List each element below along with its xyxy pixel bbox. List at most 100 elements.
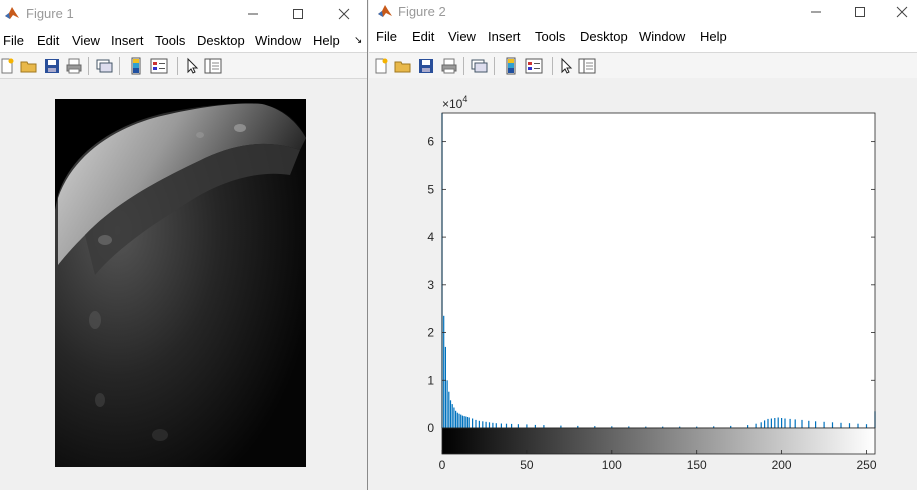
figure2-title: Figure 2	[398, 4, 446, 19]
legend-icon[interactable]	[150, 57, 168, 75]
menu-tools[interactable]: Tools	[535, 29, 565, 44]
figure1-canvas	[0, 80, 367, 490]
histogram-bar	[823, 421, 825, 428]
histogram-bar	[468, 417, 470, 428]
save-icon[interactable]	[43, 57, 61, 75]
print-icon[interactable]	[440, 57, 458, 75]
y-tick-label: 5	[427, 182, 434, 196]
histogram-bar	[453, 407, 455, 428]
menu-desktop[interactable]: Desktop	[197, 33, 245, 48]
figure2-titlebar: Figure 2	[369, 0, 917, 26]
histogram-bar	[511, 423, 513, 428]
open-file-icon[interactable]	[20, 57, 38, 75]
histogram-bar	[764, 420, 766, 428]
link-plot-icon[interactable]	[470, 57, 488, 75]
y-tick-label: 4	[427, 230, 434, 244]
figure2-toolbar	[369, 52, 917, 79]
menu-help[interactable]: Help	[313, 33, 340, 48]
close-button[interactable]	[321, 0, 367, 28]
x-tick-label: 100	[602, 458, 622, 472]
menu-overflow-icon[interactable]: ↘	[354, 35, 362, 46]
histogram-bar	[774, 418, 776, 428]
y-exponent-label: ×104	[442, 94, 467, 111]
maximize-button[interactable]	[275, 0, 321, 28]
y-tick-label: 3	[427, 278, 434, 292]
menu-insert[interactable]: Insert	[488, 29, 521, 44]
figure1-menubar: File Edit View Insert Tools Desktop Wind…	[0, 28, 367, 52]
histogram-bar	[789, 418, 791, 428]
legend-icon[interactable]	[525, 57, 543, 75]
histogram-bar	[840, 422, 842, 429]
link-plot-icon[interactable]	[95, 57, 113, 75]
histogram-bar	[466, 417, 469, 428]
toolbar-separator	[494, 57, 495, 75]
histogram-bar	[517, 424, 519, 428]
histogram-bar	[456, 412, 458, 428]
histogram-bar	[460, 414, 462, 428]
histogram-bar	[770, 418, 772, 428]
new-figure-icon[interactable]	[0, 57, 16, 75]
menu-view[interactable]: View	[448, 29, 476, 44]
new-figure-icon[interactable]	[372, 57, 390, 75]
pointer-icon[interactable]	[183, 57, 201, 75]
minimize-button[interactable]	[793, 0, 839, 24]
menu-window[interactable]: Window	[255, 33, 301, 48]
menu-view[interactable]: View	[72, 33, 100, 48]
menu-file[interactable]: File	[376, 29, 397, 44]
histogram-bar	[455, 410, 457, 428]
histogram-bar	[444, 346, 446, 428]
histogram-bar	[449, 400, 452, 428]
y-tick-label: 1	[427, 373, 434, 387]
histogram-bar	[865, 424, 868, 428]
histogram-bar	[451, 404, 453, 428]
x-tick-label: 50	[520, 458, 534, 472]
maximize-button[interactable]	[837, 0, 883, 24]
histogram-bar	[472, 418, 474, 428]
histogram-bar	[801, 419, 803, 428]
menu-insert[interactable]: Insert	[111, 33, 144, 48]
histogram-bar	[492, 422, 494, 429]
figure2-window: Figure 2 File Edit View Insert Tools Des…	[369, 0, 917, 490]
colorbar-icon[interactable]	[502, 57, 520, 75]
pointer-icon[interactable]	[557, 57, 575, 75]
histogram-chart: 0 1 2 3 4 5 6 0 50 100 150 200 250 ×104	[427, 94, 877, 472]
histogram-bar	[831, 422, 834, 428]
minimize-button[interactable]	[230, 0, 276, 28]
histogram-bar	[458, 413, 460, 428]
minimize-icon	[248, 13, 258, 15]
histogram-bar	[777, 417, 779, 428]
property-inspector-icon[interactable]	[578, 57, 596, 75]
moon-image	[55, 99, 306, 467]
histogram-bar	[448, 391, 450, 428]
histogram-bar	[784, 418, 786, 428]
histogram-bar	[848, 423, 851, 428]
menu-window[interactable]: Window	[639, 29, 685, 44]
histogram-bar	[781, 418, 783, 428]
figure1-titlebar: Figure 1	[0, 0, 367, 28]
histogram-bar	[755, 423, 757, 428]
close-icon	[896, 6, 908, 18]
colorbar-icon[interactable]	[127, 57, 145, 75]
histogram-bar	[446, 380, 448, 428]
histogram-bar	[465, 416, 467, 428]
x-tick-label: 150	[687, 458, 707, 472]
menu-edit[interactable]: Edit	[37, 33, 59, 48]
histogram-bar	[485, 421, 487, 428]
menu-help[interactable]: Help	[700, 29, 727, 44]
print-icon[interactable]	[65, 57, 83, 75]
histogram-bar	[488, 422, 491, 428]
menu-edit[interactable]: Edit	[412, 29, 434, 44]
histogram-bar	[857, 423, 859, 428]
y-tick-label: 2	[427, 326, 434, 340]
property-inspector-icon[interactable]	[204, 57, 222, 75]
histogram-bar	[534, 424, 536, 428]
histogram-bar	[543, 425, 545, 428]
open-file-icon[interactable]	[394, 57, 412, 75]
save-icon[interactable]	[417, 57, 435, 75]
close-button[interactable]	[879, 0, 917, 24]
menu-file[interactable]: File	[3, 33, 24, 48]
histogram-bar	[815, 421, 817, 428]
menu-desktop[interactable]: Desktop	[580, 29, 628, 44]
histogram-bar	[495, 423, 497, 428]
menu-tools[interactable]: Tools	[155, 33, 185, 48]
